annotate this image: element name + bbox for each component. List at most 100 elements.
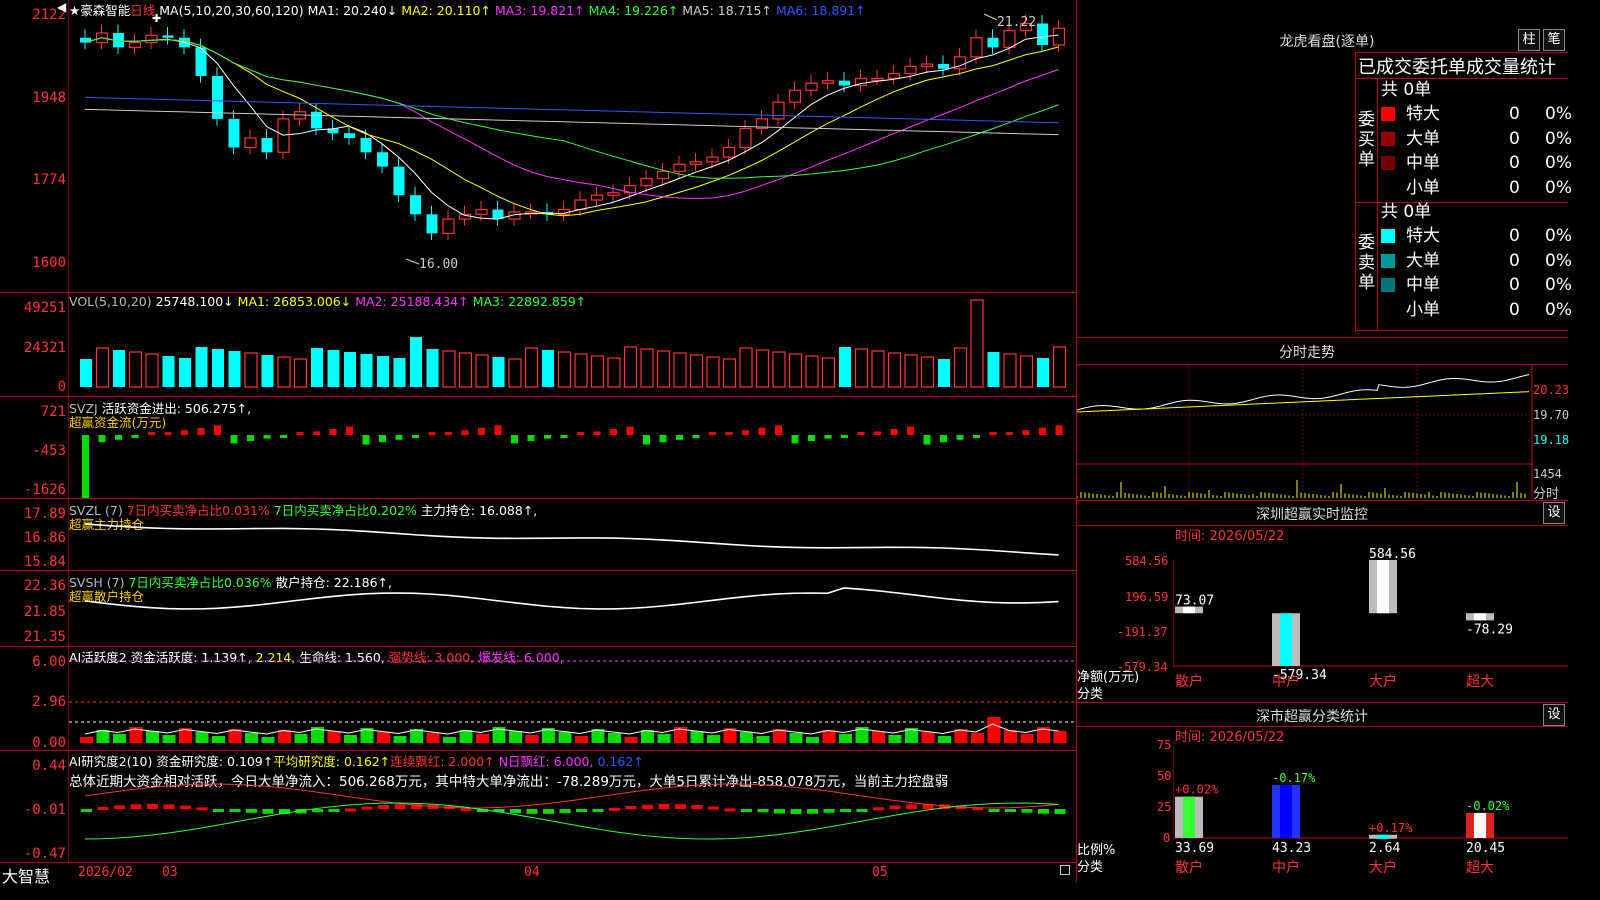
ai-research-panel[interactable]: 0.44 -0.01 -0.47 AI研究度2(10) 资金研究度: 0.109… xyxy=(0,751,1076,862)
flow-bar xyxy=(313,431,320,435)
research-bar xyxy=(625,806,637,810)
svzl-chart[interactable] xyxy=(69,499,1076,570)
svzl-axis-1: 17.89 xyxy=(23,506,66,522)
lock-icon[interactable] xyxy=(1060,865,1070,875)
activity-bar xyxy=(971,733,984,743)
candlestick-chart[interactable]: 21.22 16.00 xyxy=(69,0,1076,292)
buy-pct-0: 0% xyxy=(1545,104,1572,124)
volume-bar xyxy=(987,352,1000,387)
candle-up xyxy=(772,101,785,120)
flow-bar xyxy=(296,432,304,435)
sz-class-chart[interactable]: 33.69 +0.02% 散户 43.23 -0.17% 中户 2.64 +0.17% 大户 20… xyxy=(1173,740,1568,882)
research-bar xyxy=(988,809,1000,812)
svzj-chart[interactable] xyxy=(69,397,1076,498)
volume-chart[interactable] xyxy=(69,293,1076,396)
activity-bar xyxy=(96,730,110,743)
category-label: 大户 xyxy=(1369,859,1397,876)
flow-bar xyxy=(164,432,172,435)
flow-bar xyxy=(478,427,485,435)
flow-bar xyxy=(412,435,419,438)
volume-bar xyxy=(244,352,258,388)
svsh-chart[interactable] xyxy=(69,571,1076,646)
flow-bar xyxy=(1055,425,1063,435)
volume-bar xyxy=(327,350,340,387)
ai-research-chart[interactable] xyxy=(69,751,1076,862)
activity-bar xyxy=(195,732,209,743)
flow-bar xyxy=(857,432,865,435)
svzj-axis-2: -453 xyxy=(32,443,66,459)
volume-bar xyxy=(293,358,308,388)
svsh-panel[interactable]: 22.36 21.85 21.35 SVSH (7) 7日内买卖净占比0.036… xyxy=(0,571,1076,646)
activity-bar xyxy=(476,734,489,743)
volume-bar xyxy=(557,351,572,388)
buy-swatch-2 xyxy=(1381,156,1395,170)
bar-value-label: 2.64 xyxy=(1369,841,1400,856)
candle-up xyxy=(739,127,752,149)
sell-pct-1: 0% xyxy=(1545,250,1572,271)
volume-panel[interactable]: 49251 24321 0 VOL(5,10,20) 25748.100↓ MA… xyxy=(0,293,1076,396)
flow-bar xyxy=(890,429,898,435)
ai-act-axis-2: 2.96 xyxy=(32,694,66,710)
category-label: 散户 xyxy=(1175,673,1203,690)
candle-up xyxy=(590,194,604,201)
flow-bar xyxy=(148,432,155,435)
flow-bar xyxy=(692,435,700,438)
candle-down xyxy=(987,37,999,48)
volume-bar xyxy=(673,352,687,388)
ai-activity-panel[interactable]: 6.00 2.96 0.00 AI活跃度2 资金活跃度: 1.139↑, 2.2… xyxy=(0,647,1076,751)
activity-bar xyxy=(921,732,935,743)
bar-change-label: +0.02% xyxy=(1175,783,1219,797)
sz-monitor-settings-button[interactable]: 设 xyxy=(1543,502,1565,524)
sz-class-settings-button[interactable]: 设 xyxy=(1543,704,1565,726)
sell-name-2: 中单 xyxy=(1406,275,1440,295)
svzj-axis-3: -1626 xyxy=(23,482,66,498)
activity-bar xyxy=(261,737,275,743)
volume-bar xyxy=(920,356,935,388)
flow-bar xyxy=(808,435,815,441)
intraday-chart[interactable] xyxy=(1077,365,1533,499)
activity-bar xyxy=(558,732,572,743)
ai-activity-chart[interactable] xyxy=(69,647,1076,750)
sell-pct-3: 0% xyxy=(1545,299,1572,320)
bar-mode-button[interactable]: 柱 xyxy=(1518,29,1540,51)
flow-bar xyxy=(98,435,106,443)
lhb-title: 龙虎看盘(逐单) xyxy=(1279,34,1375,50)
candle-down xyxy=(938,64,949,69)
activity-bar xyxy=(426,733,440,743)
svzl-panel[interactable]: 17.89 16.86 15.84 SVZL (7) 7日内买卖净占比0.031… xyxy=(0,499,1076,570)
volume-bar xyxy=(970,299,984,388)
sz-monitor-chart[interactable]: 73.07散户 -579.34中户584.56大户-78.29超大 xyxy=(1173,540,1568,700)
right-panel: 龙虎看盘(逐单) 柱 笔 已成交委托单成交量统计 委买单 委卖单 共 0单 共 … xyxy=(1077,0,1572,882)
flow-bar xyxy=(874,431,881,435)
sell-count-2: 0 xyxy=(1509,275,1520,295)
flow-bar xyxy=(362,435,370,445)
activity-bar xyxy=(938,736,951,743)
category-label: 散户 xyxy=(1175,859,1203,876)
activity-bar xyxy=(525,735,539,743)
sz-monitor-title: 深圳超赢实时监控 xyxy=(1256,507,1368,523)
price-panel[interactable]: 2122 1948 1774 1600 ◀ ★豪森智能日线 MA(5,10,20… xyxy=(0,0,1076,292)
volume-bar xyxy=(228,351,241,387)
szm-ylab2: 分类 xyxy=(1077,687,1104,702)
volume-bar xyxy=(410,337,422,387)
szc-axis-4: 0 xyxy=(1163,831,1171,845)
volume-bar xyxy=(623,346,638,388)
activity-bar xyxy=(740,732,753,743)
bar-value-label: -78.29 xyxy=(1466,622,1513,637)
svzl-axis-3: 15.84 xyxy=(23,554,66,570)
category-label: 中户 xyxy=(1272,673,1300,690)
scroll-up-icon[interactable]: ◀ xyxy=(57,0,66,14)
tick-mode-button[interactable]: 笔 xyxy=(1543,29,1565,51)
flow-bar xyxy=(461,430,469,435)
candle-down xyxy=(80,37,91,43)
bar-highlight xyxy=(1183,796,1195,838)
research-bar xyxy=(130,804,142,809)
vol-axis-3: 0 xyxy=(57,379,66,395)
buy-count-2: 0 xyxy=(1509,153,1520,173)
flow-bar xyxy=(989,432,997,435)
flow-bar xyxy=(725,432,733,435)
flow-bar xyxy=(841,435,848,438)
activity-bar xyxy=(162,735,176,743)
volume-bar xyxy=(772,351,786,388)
svzj-panel[interactable]: 721 -453 -1626 SVZJ 活跃资金进出: 506.275↑, 超赢… xyxy=(0,397,1076,498)
